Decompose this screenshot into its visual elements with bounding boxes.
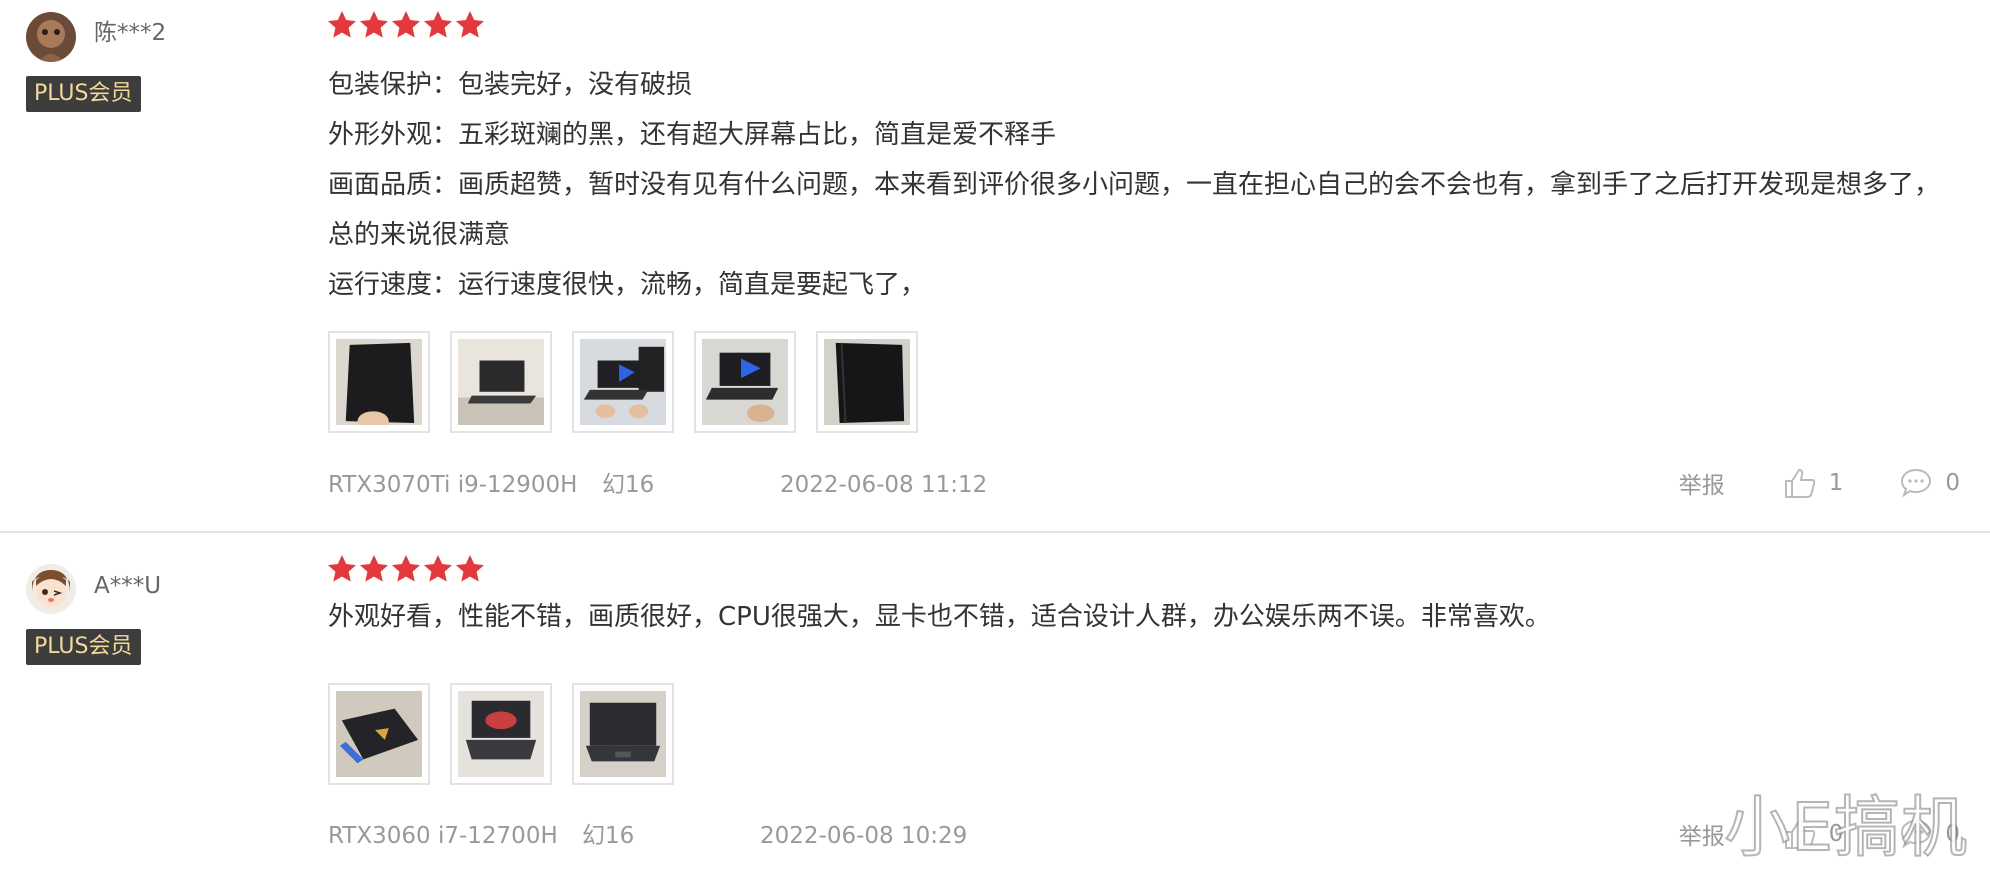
comment-button[interactable]: 0 [1899, 467, 1960, 499]
product-spec: RTX3070Ti i9-12900H [328, 472, 578, 498]
thumbs-up-icon [1783, 467, 1829, 499]
star-icon [358, 9, 390, 41]
review-item: A***U PLUS会员 外观好看，性能不错，画质很好，CPU很强大，显卡也不错… [0, 533, 1990, 876]
review-image-thumbnail[interactable] [572, 683, 674, 785]
avatar[interactable] [26, 12, 76, 62]
star-icon [454, 553, 486, 585]
username: 陈***2 [94, 20, 167, 46]
rating-stars [326, 553, 486, 587]
watermark-logo: 小E搞机 [1723, 788, 1968, 867]
product-model: 幻16 [582, 823, 635, 849]
review-image-thumbnail[interactable] [816, 331, 918, 433]
review-image-thumbnail[interactable] [694, 331, 796, 433]
review-text-line: 画面品质：画质超赞，暂时没有见有什么问题，本来看到评价很多小问题，一直在担心自己… [328, 170, 1941, 250]
review-date: 2022-06-08 10:29 [760, 823, 968, 849]
review-image-thumbnail[interactable] [450, 683, 552, 785]
review-image-thumbnail[interactable] [572, 331, 674, 433]
review-content: 包装保护：包装完好，没有破损 外形外观：五彩斑斓的黑，还有超大屏幕占比，简直是爱… [328, 60, 1948, 310]
review-image-thumbnail[interactable] [328, 331, 430, 433]
review-images [328, 683, 674, 785]
avatar[interactable] [26, 564, 76, 614]
review-item: 陈***2 PLUS会员 包装保护：包装完好，没有破损 外形外观：五彩斑斓的黑，… [0, 0, 1990, 532]
username: A***U [94, 573, 162, 599]
review-text-line: 外形外观：五彩斑斓的黑，还有超大屏幕占比，简直是爱不释手 [328, 120, 1057, 150]
review-actions: 举报 1 0 [1679, 466, 1960, 500]
star-icon [390, 9, 422, 41]
review-text-line: 包装保护：包装完好，没有破损 [328, 70, 693, 100]
star-icon [390, 553, 422, 585]
like-count: 1 [1828, 470, 1844, 496]
review-text-line: 外观好看，性能不错，画质很好，CPU很强大，显卡也不错，适合设计人群，办公娱乐两… [328, 602, 1551, 632]
review-images [328, 331, 918, 433]
star-icon [326, 553, 358, 585]
star-icon [422, 9, 454, 41]
report-link[interactable]: 举报 [1679, 466, 1725, 500]
like-button[interactable]: 1 [1783, 467, 1844, 499]
rating-stars [326, 9, 486, 43]
report-link[interactable]: 举报 [1679, 817, 1725, 851]
star-icon [358, 553, 390, 585]
star-icon [454, 9, 486, 41]
review-image-thumbnail[interactable] [450, 331, 552, 433]
star-icon [422, 553, 454, 585]
comment-bubble-icon [1899, 467, 1945, 499]
product-model: 幻16 [602, 472, 655, 498]
review-image-thumbnail[interactable] [328, 683, 430, 785]
product-spec: RTX3060 i7-12700H [328, 823, 558, 849]
review-date: 2022-06-08 11:12 [780, 472, 988, 498]
star-icon [326, 9, 358, 41]
review-text-line: 运行速度：运行速度很快，流畅，简直是要起飞了， [328, 270, 927, 300]
plus-member-badge: PLUS会员 [26, 76, 141, 112]
plus-member-badge: PLUS会员 [26, 629, 141, 665]
comment-count: 0 [1945, 470, 1960, 496]
review-content: 外观好看，性能不错，画质很好，CPU很强大，显卡也不错，适合设计人群，办公娱乐两… [328, 592, 1948, 642]
